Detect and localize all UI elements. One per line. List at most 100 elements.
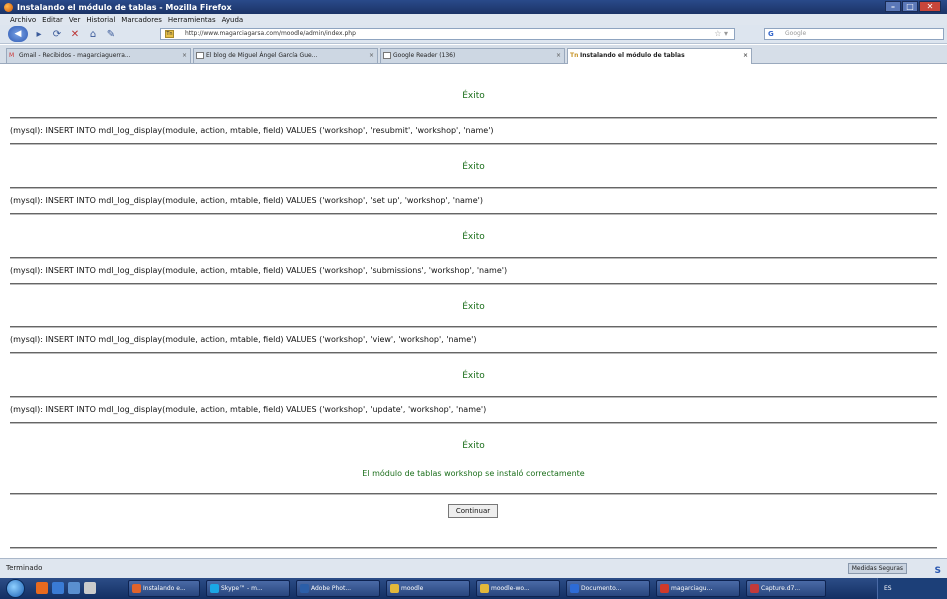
back-button[interactable]: ◀ — [8, 26, 28, 42]
divider — [10, 283, 937, 285]
navigation-bar: ◀ ▸ ⟳ ✕ ⌂ ✎ Tn http://www.magarciagarsa.… — [0, 25, 947, 44]
search-placeholder: Google — [785, 30, 807, 37]
taskbar-button-label: moodle-wo... — [491, 585, 530, 592]
taskbar-button-label: Capture.d7... — [761, 585, 801, 592]
divider — [10, 352, 937, 354]
app-icon — [132, 584, 141, 593]
taskbar-button[interactable]: moodle — [386, 580, 470, 597]
taskbar-button-label: moodle — [401, 585, 424, 592]
menu-bar: Archivo Editar Ver Historial Marcadores … — [0, 14, 947, 25]
stop-icon[interactable]: ✕ — [68, 27, 82, 41]
sql-line: (mysql): INSERT INTO mdl_log_display(mod… — [10, 405, 487, 414]
taskbar-button-label: magarciagu... — [671, 585, 713, 592]
tab-close-icon[interactable]: × — [182, 49, 187, 62]
tab-label: Google Reader (136) — [393, 52, 456, 59]
tab-label: El blog de Miguel Ángel García Gue... — [206, 52, 318, 59]
app-icon — [210, 584, 219, 593]
success-label: Éxito — [462, 162, 485, 172]
sql-line: (mysql): INSERT INTO mdl_log_display(mod… — [10, 335, 477, 344]
tab-close-icon[interactable]: × — [369, 49, 374, 62]
app-icon — [300, 584, 309, 593]
taskbar-button[interactable]: Adobe Phot... — [296, 580, 380, 597]
divider — [10, 213, 937, 215]
divider — [10, 396, 937, 398]
taskbar-button[interactable]: moodle-wo... — [476, 580, 560, 597]
language-indicator[interactable]: ES — [884, 585, 892, 592]
taskbar-button-label: Documento... — [581, 585, 622, 592]
success-label: Éxito — [462, 91, 485, 101]
tab-close-icon[interactable]: × — [556, 49, 561, 62]
tab-bar: M Gmail - Recibidos - magarciaguerra... … — [0, 45, 947, 64]
system-tray[interactable]: ES — [877, 578, 947, 599]
bookmark-icon[interactable]: ✎ — [104, 27, 118, 41]
divider — [10, 547, 937, 549]
minimize-button[interactable]: – — [885, 1, 901, 12]
site-favicon-icon: Tn — [165, 30, 174, 38]
taskbar-button[interactable]: Skype™ - m... — [206, 580, 290, 597]
tab-close-icon[interactable]: × — [743, 49, 748, 62]
menu-item-ayuda[interactable]: Ayuda — [222, 16, 244, 24]
taskbar-button[interactable]: Instalando e... — [128, 580, 200, 597]
forward-button[interactable]: ▸ — [32, 27, 46, 41]
ie-quicklaunch-icon[interactable] — [52, 582, 64, 594]
window-controls: – □ ✕ — [885, 1, 941, 12]
status-text: Terminado — [6, 564, 43, 572]
taskbar-button-label: Instalando e... — [143, 585, 186, 592]
app-icon — [660, 584, 669, 593]
tab-gmail[interactable]: M Gmail - Recibidos - magarciaguerra... … — [6, 48, 191, 63]
menu-item-historial[interactable]: Historial — [86, 16, 115, 24]
menu-item-marcadores[interactable]: Marcadores — [121, 16, 162, 24]
status-bar: Terminado Medidas Seguras S — [0, 558, 947, 578]
menu-item-archivo[interactable]: Archivo — [10, 16, 36, 24]
search-input[interactable]: G Google — [764, 28, 944, 40]
sql-line: (mysql): INSERT INTO mdl_log_display(mod… — [10, 196, 483, 205]
divider — [10, 143, 937, 145]
reload-icon[interactable]: ⟳ — [50, 27, 64, 41]
start-button[interactable] — [6, 579, 25, 598]
window-titlebar: Instalando el módulo de tablas - Mozilla… — [0, 0, 947, 14]
menu-item-editar[interactable]: Editar — [42, 16, 63, 24]
taskbar-button[interactable]: Documento... — [566, 580, 650, 597]
page-icon — [196, 52, 204, 59]
install-complete-message: El módulo de tablas workshop se instaló … — [362, 469, 585, 478]
tab-label: Instalando el módulo de tablas — [580, 52, 685, 59]
close-button[interactable]: ✕ — [919, 1, 941, 12]
divider — [10, 326, 937, 328]
star-icon[interactable]: ☆ ▾ — [714, 29, 728, 39]
page-content: Éxito (mysql): INSERT INTO mdl_log_displ… — [0, 65, 947, 558]
desktop-quicklaunch-icon[interactable] — [68, 582, 80, 594]
google-search-icon: G — [768, 30, 774, 38]
success-label: Éxito — [462, 441, 485, 451]
firefox-quicklaunch-icon[interactable] — [36, 582, 48, 594]
app-icon — [750, 584, 759, 593]
explorer-quicklaunch-icon[interactable] — [84, 582, 96, 594]
divider — [10, 187, 937, 189]
app-icon — [570, 584, 579, 593]
windows-taskbar: Instalando e... Skype™ - m... Adobe Phot… — [0, 578, 947, 599]
taskbar-button[interactable]: Capture.d7... — [746, 580, 826, 597]
taskbar-button-label: Adobe Phot... — [311, 585, 352, 592]
tab-active-instalando[interactable]: Tn Instalando el módulo de tablas × — [567, 48, 752, 64]
menu-item-ver[interactable]: Ver — [69, 16, 80, 24]
success-label: Éxito — [462, 302, 485, 312]
home-icon[interactable]: ⌂ — [86, 27, 100, 41]
addon-button[interactable]: Medidas Seguras — [847, 563, 907, 574]
taskbar-button[interactable]: magarciagu... — [656, 580, 740, 597]
moodle-favicon-icon: Tn — [570, 52, 579, 59]
tab-label: Gmail - Recibidos - magarciaguerra... — [19, 52, 131, 59]
reader-icon — [383, 52, 391, 59]
tab-google-reader[interactable]: Google Reader (136) × — [380, 48, 565, 63]
url-text: http://www.magarciagarsa.com/moodle/admi… — [185, 30, 356, 37]
tab-blog[interactable]: El blog de Miguel Ángel García Gue... × — [193, 48, 378, 63]
sql-line: (mysql): INSERT INTO mdl_log_display(mod… — [10, 266, 508, 275]
divider — [10, 493, 937, 495]
maximize-button[interactable]: □ — [902, 1, 918, 12]
firefox-icon — [4, 2, 13, 12]
sql-line: (mysql): INSERT INTO mdl_log_display(mod… — [10, 126, 494, 135]
divider — [10, 117, 937, 119]
app-icon — [480, 584, 489, 593]
continue-button[interactable]: Continuar — [448, 504, 498, 518]
url-bar[interactable]: Tn http://www.magarciagarsa.com/moodle/a… — [160, 28, 735, 40]
menu-item-herramientas[interactable]: Herramientas — [168, 16, 216, 24]
divider — [10, 422, 937, 424]
